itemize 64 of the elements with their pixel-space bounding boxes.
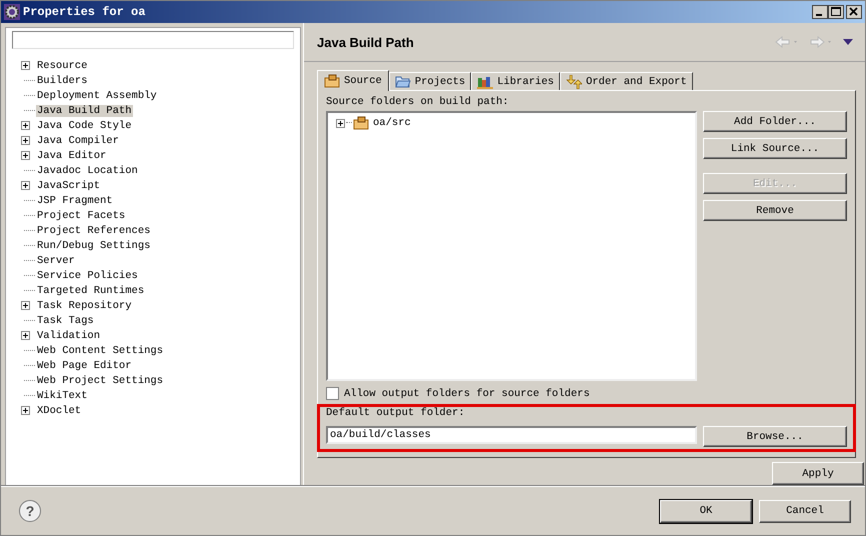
expand-icon[interactable] [21,61,30,70]
help-button[interactable]: ? [19,500,41,522]
checkbox-label: Allow output folders for source folders [344,388,590,400]
tree-item[interactable]: Javadoc Location [36,164,139,176]
expand-icon[interactable] [21,121,30,130]
tree-item[interactable]: Project References [36,224,152,236]
package-folder-icon [324,74,340,88]
tree-item[interactable]: JSP Fragment [36,194,114,206]
output-folder-field[interactable]: oa/build/classes [326,426,697,444]
package-folder-icon [353,116,369,130]
tree-item[interactable]: JavaScript [36,180,102,192]
side-button[interactable]: Link Source... [703,138,847,159]
tree-item[interactable]: Resource [36,60,88,72]
tree-item[interactable]: Task Repository [36,300,133,312]
tab[interactable]: Source [317,70,389,91]
expand-icon[interactable] [21,151,30,160]
apply-button[interactable]: Apply [772,462,864,485]
books-icon [477,74,494,88]
expand-icon[interactable] [21,301,30,310]
tree-item[interactable]: Service Policies [36,270,139,282]
tree-item[interactable]: Java Editor [36,150,108,162]
window-title: Properties for oa [23,5,146,19]
tree-item[interactable]: Java Code Style [36,120,133,132]
tree-item[interactable]: Builders [36,74,88,86]
ok-button[interactable]: OK [660,500,752,522]
filter-field[interactable] [12,31,294,49]
expand-icon[interactable] [21,181,30,190]
dropdown-arrow-icon[interactable] [843,38,853,46]
tree-item[interactable]: Web Project Settings [36,374,164,386]
tree-item[interactable]: Run/Debug Settings [36,240,152,252]
source-folder-item[interactable]: oa/src [373,117,411,129]
cancel-button[interactable]: Cancel [759,500,851,522]
tab[interactable]: Projects [388,72,472,90]
output-folder-label: Default output folder: [326,407,466,421]
gear-icon [4,4,20,20]
page-title: Java Build Path [317,34,414,50]
tab[interactable]: Libraries [471,72,560,90]
tree-item[interactable]: XDoclet [36,404,82,416]
expand-icon[interactable] [21,331,30,340]
tree-item[interactable]: Deployment Assembly [36,90,158,102]
expand-icon[interactable] [21,406,30,415]
checkbox[interactable] [326,387,339,400]
tree-item[interactable]: Java Compiler [36,134,120,146]
tree-item[interactable]: WikiText [36,390,88,402]
tree-item[interactable]: Validation [36,330,102,342]
expand-icon[interactable] [336,118,345,128]
tab[interactable]: Order and Export [560,72,693,90]
minimize-icon[interactable] [812,5,828,19]
up-down-arrows-icon [566,74,582,88]
browse-button[interactable]: Browse... [703,426,847,447]
maximize-icon[interactable] [828,5,844,19]
close-icon[interactable] [846,5,862,19]
folder-icon [394,74,411,88]
side-button[interactable]: Add Folder... [703,111,847,132]
tree-item[interactable]: Project Facets [36,210,126,222]
tree-item[interactable]: Web Content Settings [36,344,164,356]
tree-item[interactable]: Web Page Editor [36,360,133,372]
expand-icon[interactable] [21,136,30,145]
tree-item[interactable]: Task Tags [36,314,95,326]
tree-item[interactable]: Targeted Runtimes [36,284,146,296]
tree-item[interactable]: Java Build Path [36,104,133,116]
side-button[interactable]: Remove [703,200,847,221]
list-label: Source folders on build path: [326,96,510,108]
tree-item[interactable]: Server [36,254,76,266]
